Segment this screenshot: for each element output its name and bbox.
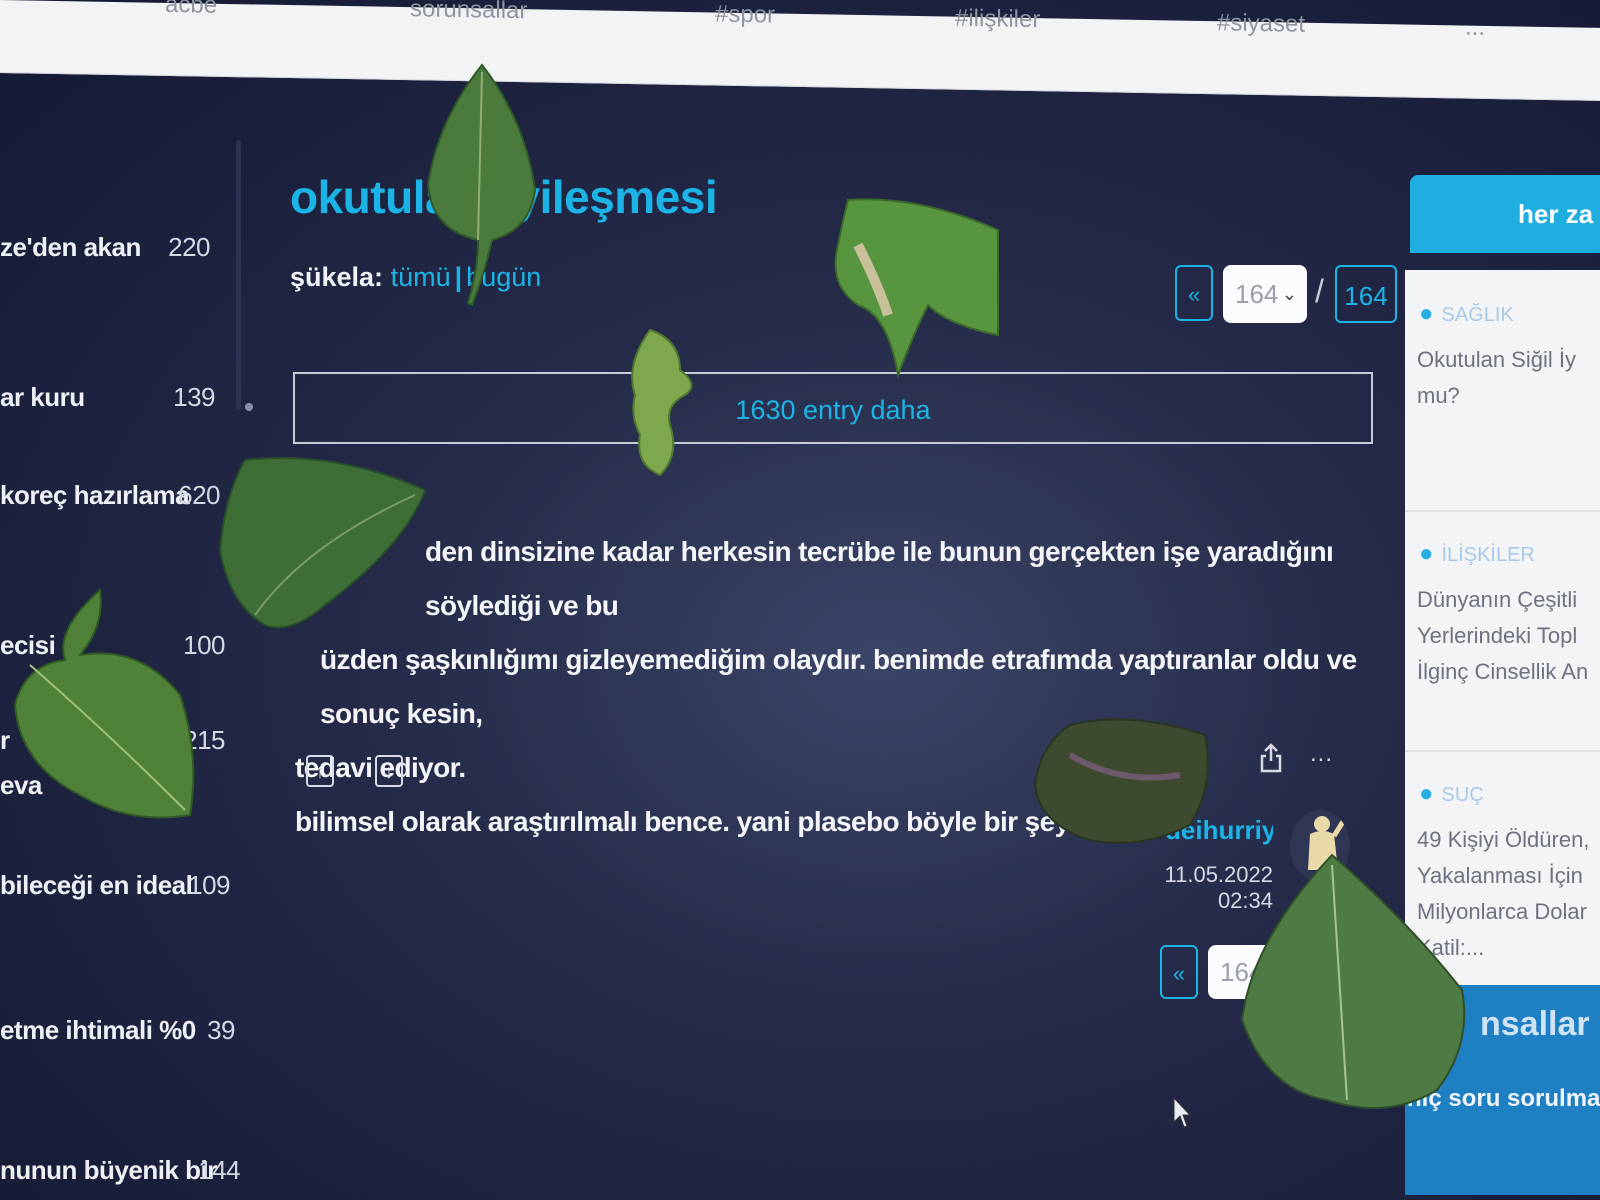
leaf-icon: [631, 328, 693, 477]
more-options-icon[interactable]: ...: [1310, 740, 1333, 768]
sidebar-item-title: koreç hazırlama: [0, 480, 190, 510]
card-category: ● SUÇ: [1419, 780, 1484, 808]
last-page-button[interactable]: 164: [1335, 265, 1397, 323]
page-select[interactable]: 164 ⌄: [1223, 265, 1307, 323]
sidebar-item-title: ar kuru: [0, 382, 85, 412]
sidebar-item-count: 139: [173, 382, 215, 412]
chevron-down-icon: ⌄: [1281, 284, 1297, 304]
more-entries-button[interactable]: 1630 entry daha: [293, 372, 1373, 444]
card-category-label: SUÇ: [1441, 784, 1484, 806]
card-category: ● SAĞLIK: [1419, 300, 1514, 328]
drop-icon: ●: [1419, 540, 1434, 567]
downvote-button[interactable]: ↓: [375, 755, 403, 787]
card-text: Dünyanın Çeşitli Yerlerindeki Topl İlgin…: [1417, 587, 1589, 684]
news-card[interactable]: ● SAĞLIK Okutulan Siğil İy mu?: [1405, 270, 1600, 512]
drop-icon: ●: [1419, 300, 1434, 327]
upvote-button[interactable]: ↑: [306, 755, 334, 787]
leaf-icon: [13, 588, 195, 819]
sidebar-item-count: 620: [178, 480, 220, 510]
drop-icon: ●: [1419, 780, 1434, 807]
prev-page-button[interactable]: «: [1175, 265, 1213, 321]
entry-line: den dinsizine kadar herkesin tecrübe ile…: [425, 536, 1334, 621]
card-category: ● İLİŞKİLER: [1419, 540, 1535, 568]
prev-page-button[interactable]: «: [1160, 945, 1198, 999]
leaf-icon: [218, 457, 427, 629]
sidebar-item-title: nunun büyenik bir: [0, 1155, 217, 1185]
sorunsallar-title: nsallar: [1480, 1005, 1590, 1043]
nav-item-spor[interactable]: #spor: [715, 0, 775, 29]
leaf-icon: [1240, 853, 1466, 1109]
sidebar-item-count: 109: [188, 870, 230, 900]
mouse-cursor-icon: [1173, 1097, 1191, 1128]
sidebar-item-count: 220: [168, 232, 210, 262]
card-text: Okutulan Siğil İy mu?: [1417, 347, 1576, 408]
top-nav: acbe sorunsallar #spor #ilişkiler #siyas…: [0, 0, 1600, 101]
sidebar-item-title: ze'den akan: [0, 232, 141, 262]
leaf-icon: [834, 198, 999, 379]
sidebar-item-count: 144: [198, 1155, 240, 1185]
card-category-label: SAĞLIK: [1441, 304, 1514, 326]
leaf-icon: [1033, 718, 1209, 844]
news-card[interactable]: ● İLİŞKİLER Dünyanın Çeşitli Yerlerindeki…: [1405, 510, 1600, 752]
nav-item[interactable]: acbe: [165, 0, 217, 20]
nav-item-iliskiler[interactable]: #ilişkiler: [955, 5, 1040, 34]
nav-item-siyaset[interactable]: #siyaset: [1217, 9, 1305, 39]
leaf-icon: [426, 63, 537, 307]
sidebar-item-count: 39: [207, 1015, 235, 1045]
page-separator: /: [1315, 273, 1324, 309]
nav-item-sorunsallar[interactable]: sorunsallar: [410, 0, 527, 25]
scrollbar-thumb[interactable]: [245, 403, 253, 411]
sidebar-item-title: etme ihtimali %0: [0, 1015, 196, 1045]
share-icon[interactable]: [1260, 743, 1282, 773]
sidebar-item-title: r: [0, 725, 10, 755]
nav-more-button[interactable]: ...: [1465, 14, 1485, 42]
sort-label: şükela:: [290, 262, 384, 292]
her-zaman-label: her za: [1518, 199, 1594, 229]
card-category-label: İLİŞKİLER: [1441, 544, 1535, 566]
her-zaman-button[interactable]: her za: [1410, 175, 1600, 253]
sidebar-item-title: bileceği en ideal: [0, 870, 193, 900]
sidebar-scrollbar[interactable]: [236, 140, 241, 410]
page-select-value: 164: [1235, 279, 1279, 309]
